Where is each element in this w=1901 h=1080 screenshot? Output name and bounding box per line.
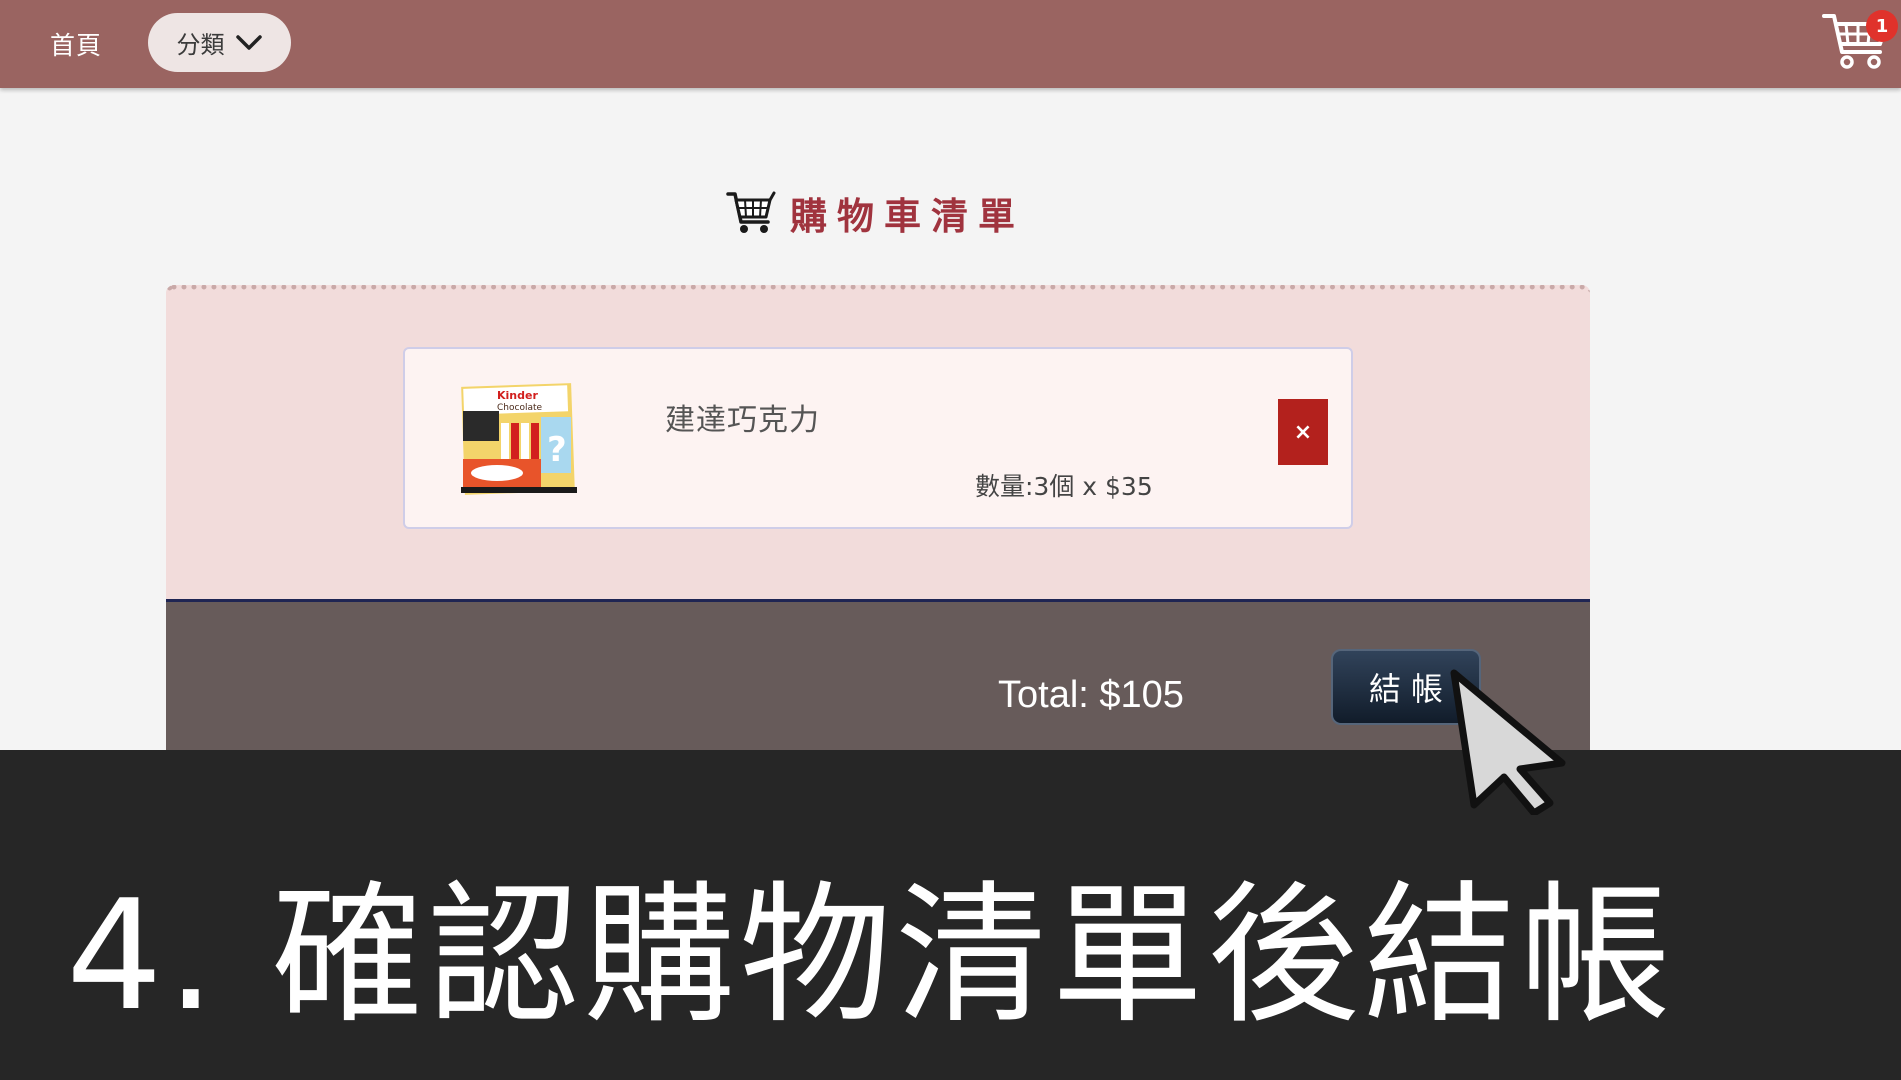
- cart-total: Total: $105: [998, 674, 1184, 716]
- category-dropdown-button[interactable]: 分類: [148, 13, 291, 72]
- cart-heading: 購物車清單: [726, 186, 1025, 240]
- chevron-down-icon: [235, 34, 262, 50]
- top-navbar: 首頁 分類 1: [0, 0, 1901, 88]
- svg-text:Kinder: Kinder: [497, 389, 538, 402]
- tutorial-caption-text: 4. 確認購物清單後結帳: [66, 867, 1676, 1044]
- cart-total-bar: Total: $105 結帳: [166, 599, 1590, 767]
- cart-count-badge: 1: [1866, 10, 1898, 42]
- tutorial-caption-banner: 4. 確認購物清單後結帳: [0, 750, 1901, 1080]
- svg-text:Chocolate: Chocolate: [497, 403, 542, 413]
- product-name: 建達巧克力: [665, 403, 820, 438]
- page-title: 購物車清單: [790, 195, 1025, 238]
- svg-text:?: ?: [547, 430, 567, 470]
- shopping-cart-icon: [726, 191, 776, 233]
- product-quantity-price: 數量:3個 x $35: [975, 472, 1153, 501]
- nav-home-link[interactable]: 首頁: [50, 26, 102, 62]
- remove-item-button[interactable]: ×: [1278, 399, 1328, 465]
- category-dropdown-label: 分類: [176, 31, 225, 59]
- nav-cart-button[interactable]: 1: [1822, 10, 1898, 74]
- mouse-pointer-icon: [1450, 669, 1566, 815]
- cart-item: Kinder Chocolate ? 建達巧克力 數量:3個 x $35 ×: [403, 347, 1353, 529]
- product-image: Kinder Chocolate ?: [461, 383, 577, 495]
- close-icon: ×: [1293, 419, 1313, 445]
